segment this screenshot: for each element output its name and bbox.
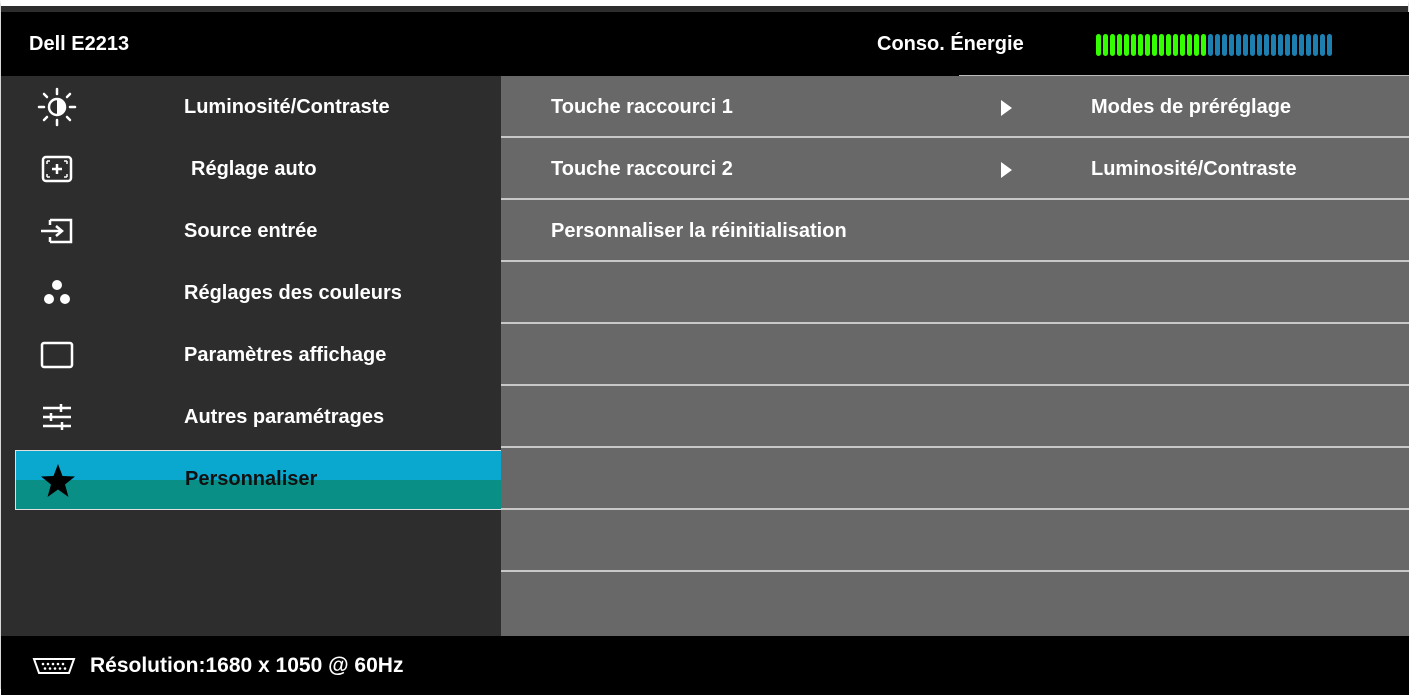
submenu-panel: Touche raccourci 1 Modes de préréglage T… bbox=[501, 76, 1409, 636]
input-source-icon bbox=[37, 212, 77, 250]
menu-item-auto-adjust[interactable]: Réglage auto bbox=[1, 138, 501, 200]
energy-meter-segment bbox=[1264, 34, 1269, 56]
menu-item-label: Paramètres affichage bbox=[184, 344, 387, 366]
energy-meter-segment bbox=[1278, 34, 1283, 56]
energy-meter-segment bbox=[1222, 34, 1227, 56]
energy-meter-segment bbox=[1292, 34, 1297, 56]
energy-meter-segment bbox=[1110, 34, 1115, 56]
submenu-row-empty bbox=[501, 386, 1409, 448]
arrow-right-icon bbox=[1001, 100, 1012, 116]
menu-item-brightness-contrast[interactable]: Luminosité/Contraste bbox=[1, 76, 501, 138]
menu-item-label: Réglage auto bbox=[191, 158, 317, 180]
energy-meter-segment bbox=[1124, 34, 1129, 56]
energy-meter-segment bbox=[1131, 34, 1136, 56]
menu-item-label: Source entrée bbox=[184, 220, 318, 242]
energy-meter-segment bbox=[1257, 34, 1262, 56]
display-settings-icon bbox=[37, 336, 77, 374]
menu-item-label: Autres paramétrages bbox=[184, 406, 385, 428]
submenu-row-label: Personnaliser la réinitialisation bbox=[551, 220, 847, 242]
submenu-row-value: Modes de préréglage bbox=[1091, 96, 1292, 118]
energy-meter-segment bbox=[1313, 34, 1318, 56]
submenu-row-custom-reset[interactable]: Personnaliser la réinitialisation bbox=[501, 200, 1409, 262]
energy-meter-segment bbox=[1201, 34, 1206, 56]
energy-meter-segment bbox=[1327, 34, 1332, 56]
energy-meter-segment bbox=[1306, 34, 1311, 56]
menu-item-personalize[interactable]: Personnaliser bbox=[15, 450, 513, 510]
menu-item-label: Réglages des couleurs bbox=[184, 282, 402, 304]
menu-item-display-settings[interactable]: Paramètres affichage bbox=[1, 324, 501, 386]
submenu-row-label: Touche raccourci 1 bbox=[551, 96, 733, 118]
submenu-row-value: Luminosité/Contraste bbox=[1091, 158, 1297, 180]
menu-item-label: Luminosité/Contraste bbox=[184, 96, 390, 118]
menu-item-input-source[interactable]: Source entrée bbox=[1, 200, 501, 262]
energy-meter-segment bbox=[1138, 34, 1143, 56]
submenu-row-empty bbox=[501, 448, 1409, 510]
energy-meter-segment bbox=[1103, 34, 1108, 56]
energy-meter-segment bbox=[1243, 34, 1248, 56]
energy-meter-segment bbox=[1194, 34, 1199, 56]
star-icon bbox=[38, 462, 78, 500]
header-bar: Dell E2213 Conso. Énergie bbox=[1, 12, 1409, 76]
energy-meter-segment bbox=[1320, 34, 1325, 56]
energy-consumption-label: Conso. Énergie bbox=[877, 33, 1024, 55]
resolution-status: Résolution:1680 x 1050 @ 60Hz bbox=[90, 654, 404, 677]
energy-meter-segment bbox=[1173, 34, 1178, 56]
energy-meter-segment bbox=[1299, 34, 1304, 56]
energy-meter-segment bbox=[1229, 34, 1234, 56]
submenu-row-shortcut-key-2[interactable]: Touche raccourci 2 Luminosité/Contraste bbox=[501, 138, 1409, 200]
submenu-row-shortcut-key-1[interactable]: Touche raccourci 1 Modes de préréglage bbox=[501, 76, 1409, 138]
submenu-row-empty bbox=[501, 262, 1409, 324]
submenu-row-empty bbox=[501, 510, 1409, 572]
energy-meter-segment bbox=[1117, 34, 1122, 56]
color-settings-icon bbox=[37, 274, 77, 312]
arrow-right-icon bbox=[1001, 162, 1012, 178]
vga-connector-icon bbox=[31, 656, 77, 681]
monitor-osd: Dell E2213 Conso. Énergie Luminosité/Con… bbox=[0, 0, 1409, 695]
energy-meter-segment bbox=[1215, 34, 1220, 56]
menu-item-label: Personnaliser bbox=[185, 468, 318, 490]
energy-meter-segment bbox=[1180, 34, 1185, 56]
energy-meter-segment bbox=[1187, 34, 1192, 56]
energy-meter-segment bbox=[1250, 34, 1255, 56]
energy-meter-segment bbox=[1271, 34, 1276, 56]
energy-meter-segment bbox=[1236, 34, 1241, 56]
main-menu: Luminosité/Contraste Réglage auto Source… bbox=[1, 76, 513, 636]
brightness-contrast-icon bbox=[37, 87, 77, 127]
energy-meter bbox=[1096, 34, 1332, 56]
energy-meter-segment bbox=[1159, 34, 1164, 56]
other-settings-icon bbox=[37, 398, 77, 436]
auto-adjust-icon bbox=[37, 150, 77, 188]
submenu-row-label: Touche raccourci 2 bbox=[551, 158, 733, 180]
energy-meter-segment bbox=[1152, 34, 1157, 56]
menu-item-color-settings[interactable]: Réglages des couleurs bbox=[1, 262, 501, 324]
submenu-row-empty bbox=[501, 324, 1409, 386]
energy-meter-segment bbox=[1166, 34, 1171, 56]
energy-meter-segment bbox=[1208, 34, 1213, 56]
energy-meter-segment bbox=[1145, 34, 1150, 56]
menu-item-other-settings[interactable]: Autres paramétrages bbox=[1, 386, 501, 448]
footer-bar: Résolution:1680 x 1050 @ 60Hz bbox=[1, 636, 1409, 695]
energy-meter-segment bbox=[1096, 34, 1101, 56]
monitor-model: Dell E2213 bbox=[29, 33, 130, 55]
energy-meter-segment bbox=[1285, 34, 1290, 56]
